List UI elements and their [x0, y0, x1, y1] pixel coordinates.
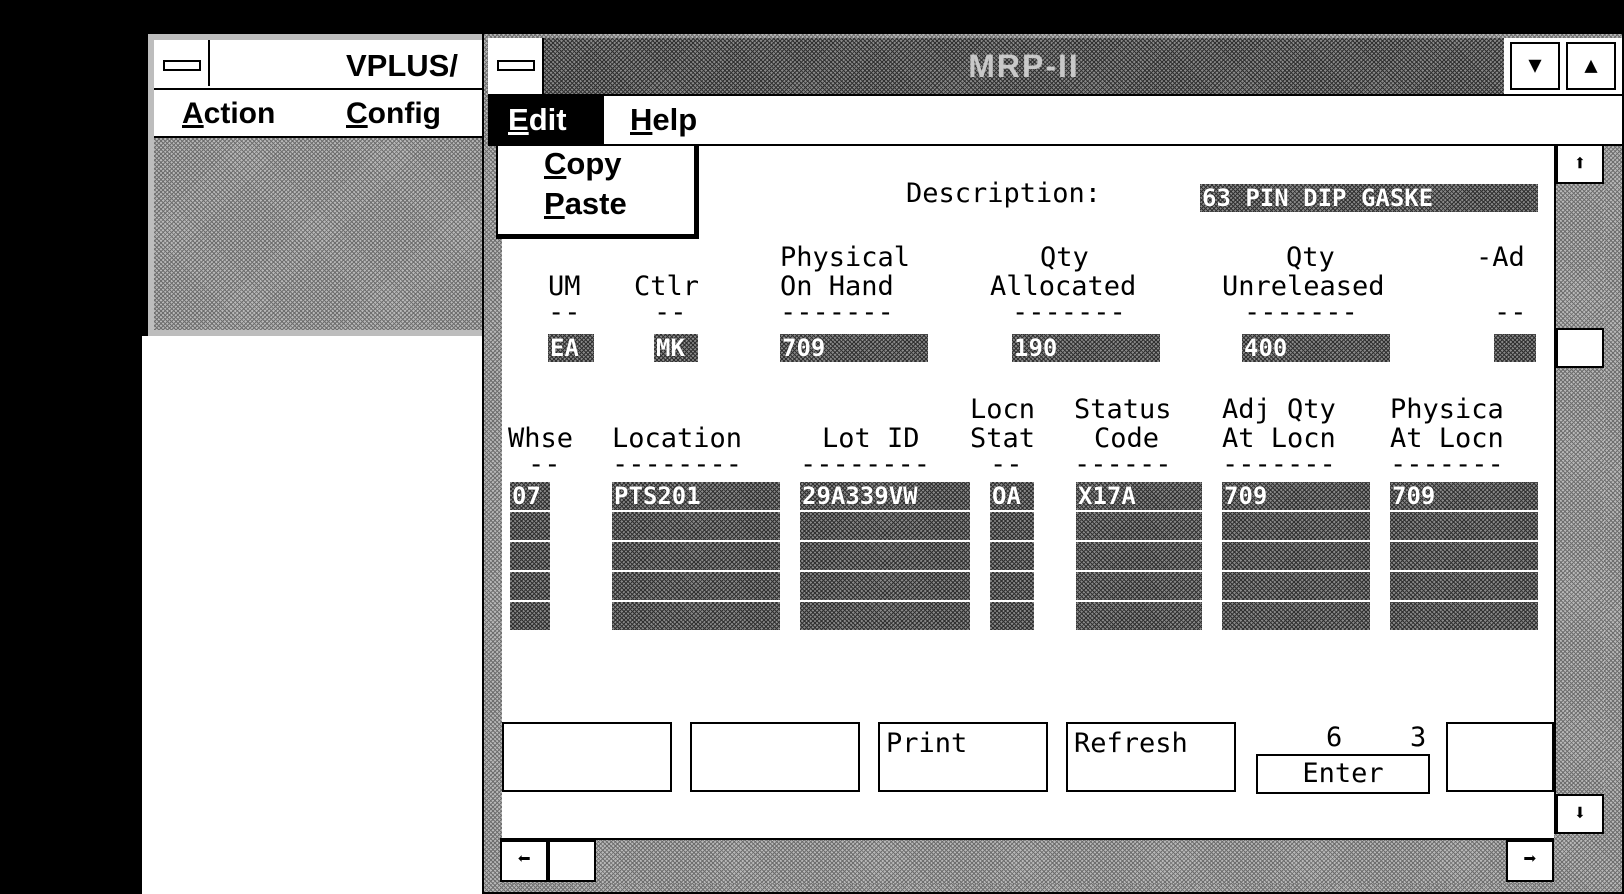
ctlr-field[interactable]: MK [654, 334, 698, 362]
minimize-button[interactable]: ▼ [1510, 42, 1560, 90]
grid-cell-adj-qty[interactable] [1222, 602, 1370, 630]
grid-cell-status-code[interactable]: X17A [1076, 482, 1202, 510]
qty-allocated-field[interactable]: 190 [1012, 334, 1160, 362]
grid-cell-location[interactable] [612, 542, 780, 570]
grid-cell-location[interactable] [612, 512, 780, 540]
description-label: Description: [906, 178, 1102, 209]
grid-cell-lot[interactable] [800, 572, 970, 600]
edit-dropdown-menu: Copy Paste [496, 144, 699, 239]
menu-config[interactable]: Config [346, 97, 441, 131]
um-field[interactable]: EA [548, 334, 594, 362]
grid-cell-locn-stat[interactable] [990, 602, 1034, 630]
enter-button[interactable]: Enter [1256, 754, 1430, 794]
maximize-icon: ▲ [1584, 53, 1598, 78]
grid-cell-lot[interactable] [800, 512, 970, 540]
horizontal-scrollbar[interactable]: ⬅ ➡ [500, 838, 1554, 884]
desktop-white-area [142, 336, 486, 894]
scroll-up-button[interactable]: ⬆ [1556, 144, 1604, 184]
grid-cell-status-code[interactable] [1076, 512, 1202, 540]
scroll-down-icon: ⬇ [1573, 801, 1587, 826]
title-band: MRP-II [544, 38, 1504, 94]
grid-cell-locn-stat[interactable] [990, 512, 1034, 540]
scroll-up-icon: ⬆ [1573, 151, 1587, 176]
grid-cell-whse[interactable] [510, 542, 550, 570]
enter-indicator-left: 6 [1326, 722, 1343, 753]
vplus-window-title: VPLUS/ [346, 48, 458, 83]
function-key-2[interactable] [690, 722, 860, 792]
grid-cell-status-code[interactable] [1076, 542, 1202, 570]
grid-cell-locn-stat[interactable]: OA [990, 482, 1034, 510]
maximize-button[interactable]: ▲ [1566, 42, 1616, 90]
scroll-down-button[interactable]: ⬇ [1556, 794, 1604, 834]
vertical-scroll-thumb[interactable] [1556, 328, 1604, 368]
grid-cell-adj-qty[interactable] [1222, 542, 1370, 570]
grid-cell-physical-locn[interactable]: 709 [1390, 482, 1538, 510]
mrp-menubar: Edit Help [488, 96, 1622, 146]
minimize-icon: ▼ [1528, 53, 1542, 78]
function-key-1[interactable] [502, 722, 672, 792]
vplus-titlebar[interactable]: VPLUS/ [154, 40, 488, 90]
grid-cell-status-code[interactable] [1076, 602, 1202, 630]
enter-key-area: 6 3 Enter [1256, 722, 1430, 794]
system-menu-icon [163, 60, 201, 71]
horizontal-scroll-thumb[interactable] [548, 840, 596, 882]
menu-item-copy[interactable]: Copy [544, 146, 622, 182]
grid-cell-adj-qty[interactable] [1222, 512, 1370, 540]
function-key-6[interactable] [1446, 722, 1554, 792]
grid-cell-adj-qty[interactable]: 709 [1222, 482, 1370, 510]
grid-cell-lot[interactable] [800, 542, 970, 570]
adj-field[interactable] [1494, 334, 1536, 362]
scroll-right-button[interactable]: ➡ [1506, 840, 1554, 882]
grid-cell-location[interactable] [612, 572, 780, 600]
physical-on-hand-field[interactable]: 709 [780, 334, 928, 362]
grid-cell-whse[interactable]: 07 [510, 482, 550, 510]
grid-cell-location[interactable] [612, 602, 780, 630]
menu-item-paste[interactable]: Paste [544, 186, 627, 222]
description-field[interactable]: 63 PIN DIP GASKE [1200, 184, 1538, 212]
system-menu-button[interactable] [154, 40, 210, 86]
scroll-left-icon: ⬅ [517, 847, 531, 872]
vertical-scrollbar[interactable]: ⬆ ⬇ [1554, 144, 1604, 834]
vplus-window: VPLUS/ Action Config [146, 32, 490, 338]
grid-cell-locn-stat[interactable] [990, 572, 1034, 600]
refresh-button[interactable]: Refresh [1066, 722, 1236, 792]
grid-cell-physical-locn[interactable] [1390, 512, 1538, 540]
grid-cell-lot[interactable]: 29A339VW [800, 482, 970, 510]
grid-cell-lot[interactable] [800, 602, 970, 630]
menu-action[interactable]: Action [182, 97, 275, 131]
scroll-right-icon: ➡ [1523, 847, 1537, 872]
menu-help[interactable]: Help [630, 102, 697, 138]
menu-edit[interactable]: Edit [488, 96, 604, 144]
system-menu-icon [497, 60, 535, 71]
enter-indicator-right: 3 [1410, 722, 1427, 753]
vplus-menubar: Action Config [154, 90, 488, 138]
grid-cell-status-code[interactable] [1076, 572, 1202, 600]
grid-cell-adj-qty[interactable] [1222, 572, 1370, 600]
mrp-titlebar[interactable]: MRP-II ▼ ▲ [488, 38, 1622, 96]
grid-cell-physical-locn[interactable] [1390, 572, 1538, 600]
qty-unreleased-field[interactable]: 400 [1242, 334, 1390, 362]
grid-cell-physical-locn[interactable] [1390, 602, 1538, 630]
scroll-left-button[interactable]: ⬅ [500, 840, 548, 882]
grid-cell-whse[interactable] [510, 572, 550, 600]
grid-cell-locn-stat[interactable] [990, 542, 1034, 570]
grid-cell-whse[interactable] [510, 602, 550, 630]
grid-cell-physical-locn[interactable] [1390, 542, 1538, 570]
grid-cell-location[interactable]: PTS201 [612, 482, 780, 510]
print-button[interactable]: Print [878, 722, 1048, 792]
system-menu-button[interactable] [488, 38, 544, 94]
mrp-window-title: MRP-II [968, 48, 1080, 84]
grid-cell-whse[interactable] [510, 512, 550, 540]
